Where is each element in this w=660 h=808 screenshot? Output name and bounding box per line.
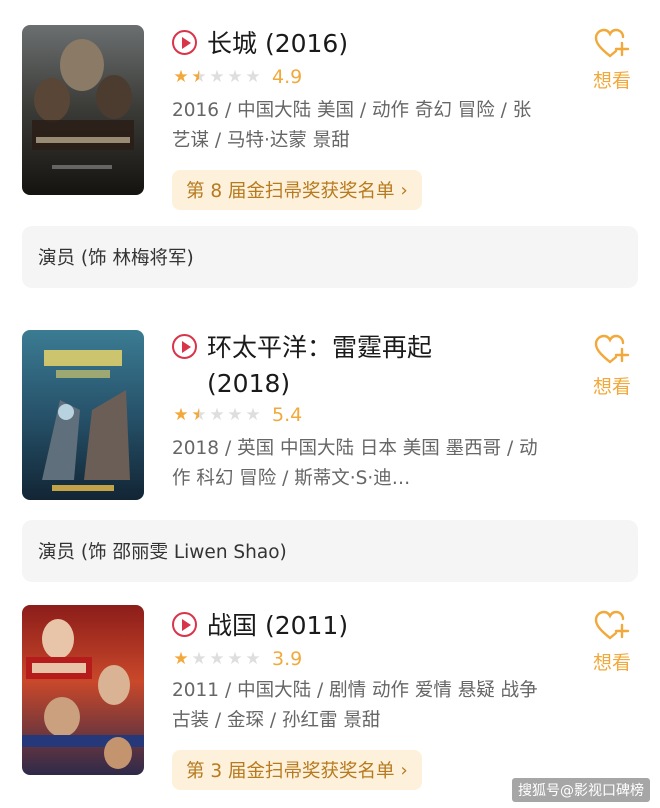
- play-circle-icon[interactable]: [172, 30, 197, 55]
- play-circle-icon[interactable]: [172, 612, 197, 637]
- poster-image: [22, 330, 144, 500]
- poster-image: [22, 605, 144, 775]
- star-rating: ★ ★ ★ ★ ★: [172, 405, 262, 425]
- heart-plus-icon: [594, 610, 630, 640]
- role-info: 演员 (饰 邵丽雯 Liwen Shao): [22, 520, 638, 582]
- star-icon: ★: [191, 405, 207, 425]
- movie-poster[interactable]: [22, 330, 144, 500]
- heart-plus-icon: [594, 334, 630, 364]
- movie-title[interactable]: 战国 (2011): [207, 608, 348, 644]
- star-icon: ★: [209, 649, 225, 669]
- watermark: 搜狐号@影视口碑榜: [512, 778, 650, 802]
- movie-title[interactable]: 长城 (2016): [207, 26, 348, 62]
- role-info: 演员 (饰 林梅将军): [22, 226, 638, 288]
- want-to-watch-button[interactable]: 想看: [584, 610, 640, 675]
- star-icon: ★: [191, 649, 207, 669]
- award-label: 第 3 届金扫帚奖获奖名单: [186, 761, 395, 782]
- movie-meta: 2018 / 英国 中国大陆 日本 美国 墨西哥 / 动作 科幻 冒险 / 斯蒂…: [172, 438, 538, 489]
- want-to-watch-button[interactable]: 想看: [584, 334, 640, 399]
- star-icon: ★: [209, 405, 225, 425]
- award-label: 第 8 届金扫帚奖获奖名单: [186, 181, 395, 202]
- score: 5.4: [272, 404, 303, 426]
- movie-poster[interactable]: [22, 25, 144, 195]
- want-label: 想看: [592, 652, 631, 674]
- rating: ★ ★ ★ ★ ★ 4.9: [172, 66, 302, 88]
- star-icon: ★: [173, 649, 189, 669]
- star-icon: ★: [245, 405, 261, 425]
- star-icon: ★: [227, 67, 243, 87]
- movie-poster[interactable]: [22, 605, 144, 775]
- movie-item[interactable]: 战国 (2011) ★ ★ ★ ★ ★ 3.9 2011 / 中国大陆 / 剧情…: [0, 600, 660, 808]
- star-rating: ★ ★ ★ ★ ★: [172, 649, 262, 669]
- star-rating: ★ ★ ★ ★ ★: [172, 67, 262, 87]
- poster-image: [22, 25, 144, 195]
- score: 4.9: [272, 66, 303, 88]
- score: 3.9: [272, 648, 303, 670]
- rating: ★ ★ ★ ★ ★ 5.4: [172, 404, 302, 426]
- star-icon: ★: [245, 67, 261, 87]
- star-icon: ★: [173, 405, 189, 425]
- want-label: 想看: [592, 70, 631, 92]
- want-label: 想看: [592, 376, 631, 398]
- movie-title[interactable]: 环太平洋：雷霆再起 (2018): [207, 330, 507, 402]
- star-icon: ★: [227, 405, 243, 425]
- movie-item[interactable]: 长城 (2016) ★ ★ ★ ★ ★ 4.9 2016 / 中国大陆 美国 /…: [0, 0, 660, 300]
- star-icon: ★: [191, 67, 207, 87]
- rating: ★ ★ ★ ★ ★ 3.9: [172, 648, 302, 670]
- award-link[interactable]: 第 8 届金扫帚奖获奖名单 ›: [172, 170, 422, 210]
- play-circle-icon[interactable]: [172, 334, 197, 359]
- star-icon: ★: [227, 649, 243, 669]
- heart-plus-icon: [594, 28, 630, 58]
- chevron-right-icon: ›: [400, 179, 408, 201]
- award-link[interactable]: 第 3 届金扫帚奖获奖名单 ›: [172, 750, 422, 790]
- movie-meta: 2016 / 中国大陆 美国 / 动作 奇幻 冒险 / 张艺谋 / 马特·达蒙 …: [172, 100, 532, 151]
- star-icon: ★: [245, 649, 261, 669]
- star-icon: ★: [209, 67, 225, 87]
- star-icon: ★: [173, 67, 189, 87]
- movie-item[interactable]: 环太平洋：雷霆再起 (2018) ★ ★ ★ ★ ★ 5.4 2018 / 英国…: [0, 300, 660, 600]
- chevron-right-icon: ›: [400, 759, 408, 781]
- movie-meta: 2011 / 中国大陆 / 剧情 动作 爱情 悬疑 战争 古装 / 金琛 / 孙…: [172, 680, 538, 731]
- want-to-watch-button[interactable]: 想看: [584, 28, 640, 93]
